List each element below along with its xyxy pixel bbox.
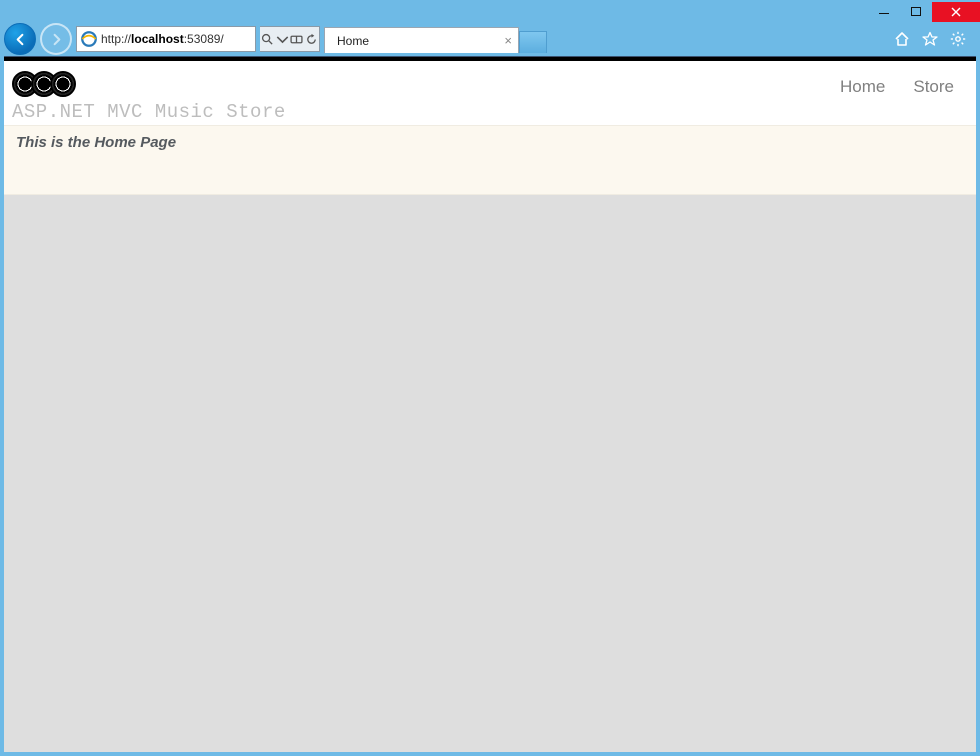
star-icon[interactable] xyxy=(922,31,938,47)
nav-link-home[interactable]: Home xyxy=(840,77,885,97)
new-tab-button[interactable] xyxy=(519,31,547,53)
page-heading: This is the Home Page xyxy=(16,134,964,151)
tab-home[interactable]: Home × xyxy=(324,27,519,53)
url-port: :53089/ xyxy=(184,32,224,46)
address-url: http://localhost:53089/ xyxy=(101,32,224,46)
nav-forward-button[interactable] xyxy=(40,23,72,55)
minimize-icon xyxy=(879,13,889,15)
window-close-button[interactable] xyxy=(932,2,980,22)
page-viewport: ASP.NET MVC Music Store Home Store This … xyxy=(4,56,976,752)
address-controls xyxy=(260,26,320,52)
site-logo-block: ASP.NET MVC Music Store xyxy=(12,67,286,123)
arrow-left-icon xyxy=(13,32,28,47)
content-band: This is the Home Page xyxy=(4,125,976,195)
compat-view-icon[interactable] xyxy=(290,33,303,46)
url-scheme: http:// xyxy=(101,32,131,46)
site-title: ASP.NET MVC Music Store xyxy=(12,99,286,123)
vinyl-logo-icon xyxy=(12,67,286,99)
gear-icon[interactable] xyxy=(950,31,966,47)
maximize-icon xyxy=(911,7,921,16)
site-nav: Home Store xyxy=(840,67,968,97)
tab-close-button[interactable]: × xyxy=(504,33,512,48)
window-titlebar xyxy=(0,0,980,22)
browser-tool-icons xyxy=(894,31,976,47)
url-host: localhost xyxy=(131,32,184,46)
chevron-down-icon[interactable] xyxy=(276,33,289,46)
browser-window: http://localhost:53089/ Home xyxy=(0,0,980,756)
nav-link-store[interactable]: Store xyxy=(913,77,954,97)
refresh-icon[interactable] xyxy=(305,33,318,46)
browser-toolbar: http://localhost:53089/ Home xyxy=(0,22,980,56)
tab-title: Home xyxy=(337,34,498,48)
disc-icon xyxy=(50,71,76,97)
address-bar[interactable]: http://localhost:53089/ xyxy=(76,26,256,52)
home-icon[interactable] xyxy=(894,31,910,47)
arrow-right-icon xyxy=(49,32,64,47)
nav-back-button[interactable] xyxy=(4,23,36,55)
close-icon xyxy=(951,7,961,17)
window-minimize-button[interactable] xyxy=(868,2,900,20)
site-header: ASP.NET MVC Music Store Home Store xyxy=(4,61,976,125)
search-icon[interactable] xyxy=(261,33,274,46)
tab-strip: Home × xyxy=(324,25,554,53)
window-maximize-button[interactable] xyxy=(900,2,932,20)
ie-favicon-icon xyxy=(80,30,98,48)
